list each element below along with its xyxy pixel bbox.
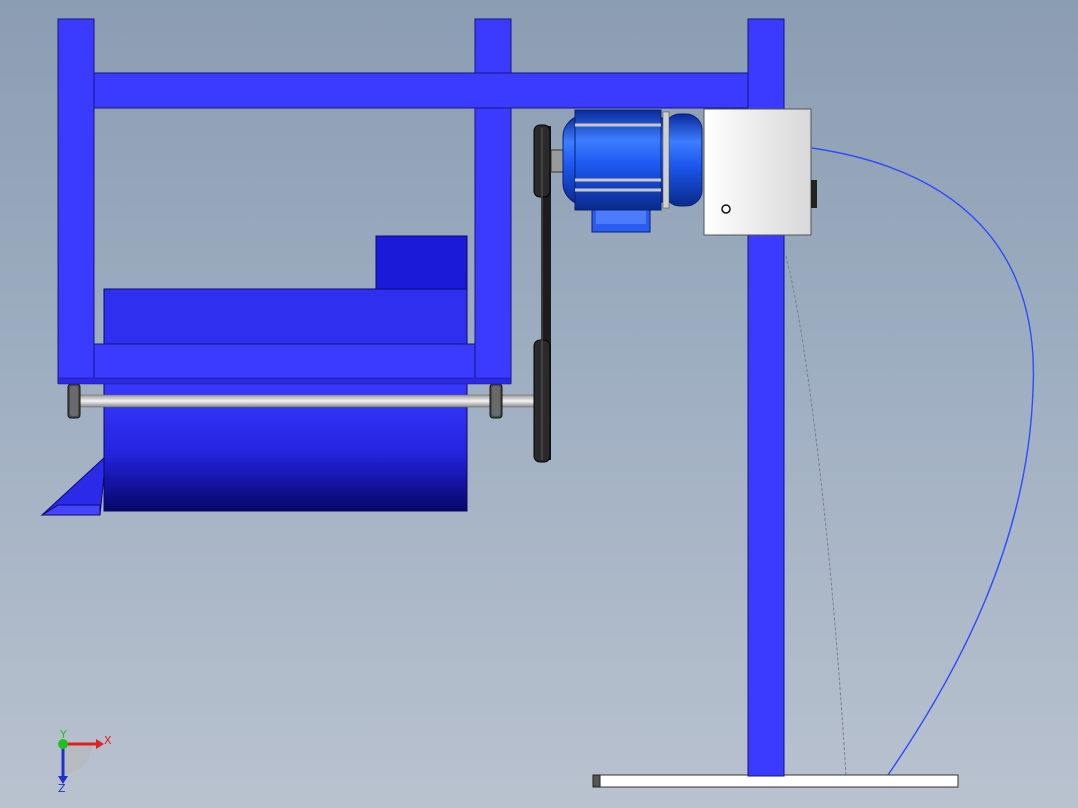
- bearing-left: [67, 383, 81, 419]
- switch-box: [703, 108, 817, 236]
- machine-model[interactable]: X Y Z: [0, 0, 1078, 808]
- frame-post-left: [57, 18, 95, 384]
- drum-hood: [103, 235, 468, 348]
- cad-viewport[interactable]: X Y Z: [0, 0, 1078, 808]
- z-axis-label: Z: [58, 782, 66, 795]
- coordinate-triad: X Y Z: [58, 728, 112, 795]
- frame-lower-beam: [93, 343, 476, 381]
- drive-shaft: [71, 394, 541, 408]
- dashed-guide-line: [785, 255, 847, 776]
- base-plate: [592, 774, 959, 788]
- bearing-right: [489, 383, 503, 419]
- x-axis-label: X: [104, 734, 112, 747]
- y-axis-label: Y: [59, 728, 67, 741]
- drive-belt: [533, 124, 551, 463]
- power-cable: [811, 147, 1035, 776]
- frame-top-beam: [93, 72, 749, 109]
- electric-motor: [550, 109, 703, 233]
- switch-knob-icon: [721, 204, 731, 214]
